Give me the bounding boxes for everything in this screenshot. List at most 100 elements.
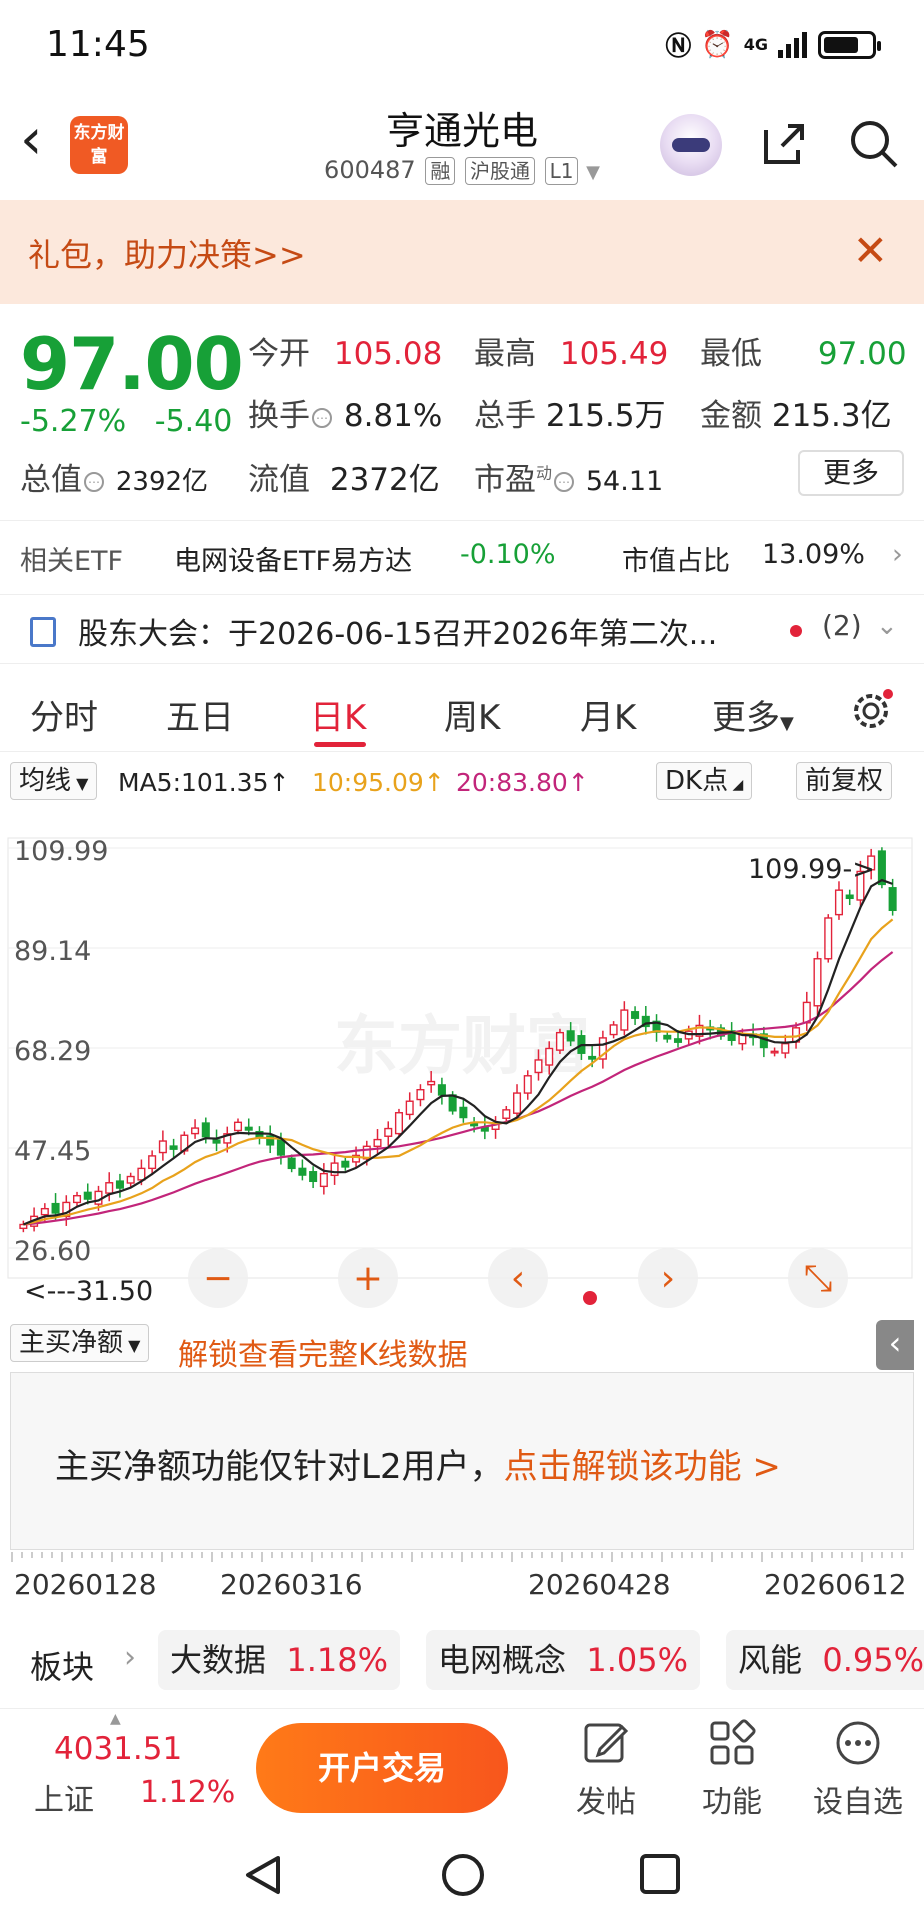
index-name[interactable]: 上证 [34,1775,94,1819]
open-account-trade-button[interactable]: 开户交易 [256,1723,508,1813]
info-icon[interactable]: ⋯ [312,408,332,428]
index-value[interactable]: 4031.51 [54,1731,182,1767]
candle-body [534,1059,543,1074]
gear-icon[interactable] [848,688,894,734]
candle-body [319,1172,328,1188]
candle-body [502,1109,511,1119]
change-value: -5.40 [154,404,233,439]
header: 亨通光电 600487 融 沪股通 L1 ▼ ‹ 东方财富 [0,90,924,200]
candle-body [115,1180,124,1189]
home-nav-icon[interactable] [440,1852,486,1898]
ma5-value: MA5:101.35↑ [118,768,290,797]
sector-chip[interactable]: 电网概念 1.05% [426,1630,701,1690]
adjust-selector[interactable]: 前复权 [796,762,893,800]
alarm-icon: ⏰ [701,29,734,60]
candle-body [276,1139,285,1156]
status-time: 11:45 [46,24,150,65]
banner-text[interactable]: 礼包，助力决策>> [28,230,306,276]
date-tick: 20260128 [14,1568,157,1601]
unlock-feature-link[interactable]: 点击解锁该功能 > [504,1447,781,1487]
chart-tabs: 分时 五日 日K 周K 月K 更多▼ [0,672,924,752]
dk-label: DK点 [665,766,729,796]
pe-stat: 市盈动 ⋯ 54.11 [474,454,663,499]
sector-pct: 1.18% [286,1641,389,1679]
network-label: 4G [743,35,768,54]
bottom-action-bar: ▲ 4031.51 上证 1.12% 开户交易 发帖 功能 设自选 [0,1708,924,1828]
tab-daily-k[interactable]: 日K [310,690,366,739]
tab-more-label: 更多 [712,698,780,738]
add-watchlist-button[interactable]: 设自选 [808,1719,908,1821]
l2-locked-panel: 主买净额功能仅针对L2用户，点击解锁该功能 > [10,1372,914,1550]
post-label: 发帖 [576,1785,636,1820]
sector-chip[interactable]: 风能 0.95% [726,1630,924,1690]
dk-point-selector[interactable]: DK点 ◢ [656,762,753,800]
caret-up-icon[interactable]: ▲ [110,1711,121,1727]
candle-body [631,1011,640,1019]
candle-body [105,1182,114,1194]
recents-nav-icon[interactable] [638,1852,682,1896]
amount-stat: 金额 215.3亿 [700,390,892,435]
candle-body [545,1047,554,1066]
mcap-label: 总值 [20,462,82,498]
function-button[interactable]: 功能 [682,1719,782,1821]
post-button[interactable]: 发帖 [556,1719,656,1821]
open-value: 105.08 [333,336,443,372]
chevron-right-icon[interactable]: › [124,1640,136,1675]
battery-icon [818,30,881,59]
notice-row[interactable]: 股东大会：于2026-06-15召开2026年第二次... (2) ⌄ [0,594,924,664]
low-label: 最低 [700,336,762,372]
etf-name[interactable]: 电网设备ETF易方达 [174,539,412,578]
assistant-avatar[interactable] [660,114,722,176]
l2-message-text: 主买净额功能仅针对L2用户， [55,1447,504,1487]
app-logo: 东方财富 [70,116,128,174]
candle-body [620,1009,629,1031]
dropdown-icon[interactable]: ▼ [586,162,600,183]
ma-selector-label: 均线 [19,766,72,796]
ma20-value: 20:83.80↑ [456,768,589,797]
candle-body [191,1127,200,1135]
candle-body [813,958,822,1007]
info-icon[interactable]: ⋯ [554,472,575,492]
unlock-link[interactable]: 解锁查看完整K线数据 [178,1330,468,1374]
collapse-handle[interactable]: ‹ [876,1320,914,1370]
tab-five-day[interactable]: 五日 [166,690,234,739]
candle-body [94,1190,103,1205]
close-icon[interactable]: ✕ [853,226,888,275]
candle-body [201,1122,210,1138]
sector-chip[interactable]: 大数据 1.18% [158,1630,401,1690]
flow-selector[interactable]: 主买净额 ▼ [10,1324,150,1362]
tab-monthly-k[interactable]: 月K [580,690,636,739]
etf-change: -0.10% [460,539,556,570]
tab-more[interactable]: 更多▼ [712,690,794,739]
search-icon[interactable] [848,118,900,170]
promo-banner[interactable]: 礼包，助力决策>> ✕ [0,200,924,304]
chevron-right-icon[interactable]: › [892,539,903,570]
candle-body [459,1106,468,1119]
kline-chart[interactable]: 东方财富 109.99 89.14 68.29 47.45 26.60 109.99-> <-… [0,808,924,1318]
back-nav-icon[interactable] [240,1852,286,1898]
scroll-right-icon: › [661,1258,675,1299]
info-icon[interactable]: ⋯ [84,472,104,492]
chevron-down-icon[interactable]: ⌄ [876,611,898,641]
status-icons: Ⓝ ⏰ 4G [665,26,881,63]
candle-body [158,1140,167,1154]
date-axis: 20260128 20260316 20260428 20260612 [0,1552,924,1612]
price-change-row: -5.27% -5.40 [20,404,232,439]
system-nav-bar [0,1830,924,1920]
candle-body [427,1080,436,1086]
sector-label: 板块 [30,1648,95,1686]
ma-selector[interactable]: 均线 ▼ [10,762,98,800]
tab-intraday[interactable]: 分时 [30,690,98,739]
candle-body [309,1171,318,1183]
amount-label: 金额 [700,398,762,434]
related-etf-row[interactable]: 相关ETF 电网设备ETF易方达 -0.10% 市值占比 13.09% › [0,520,924,588]
candle-body [244,1126,253,1131]
share-icon[interactable] [760,120,808,168]
watchlist-label: 设自选 [813,1785,903,1820]
scroll-left-icon: ‹ [511,1258,525,1299]
kline-svg[interactable]: 东方财富109.9989.1468.2947.4526.60109.99-><-… [0,808,924,1318]
notice-text[interactable]: 股东大会：于2026-06-15召开2026年第二次... [78,609,717,653]
more-button[interactable]: 更多 [798,450,904,496]
tab-weekly-k[interactable]: 周K [444,690,500,739]
back-icon[interactable]: ‹ [20,112,42,168]
